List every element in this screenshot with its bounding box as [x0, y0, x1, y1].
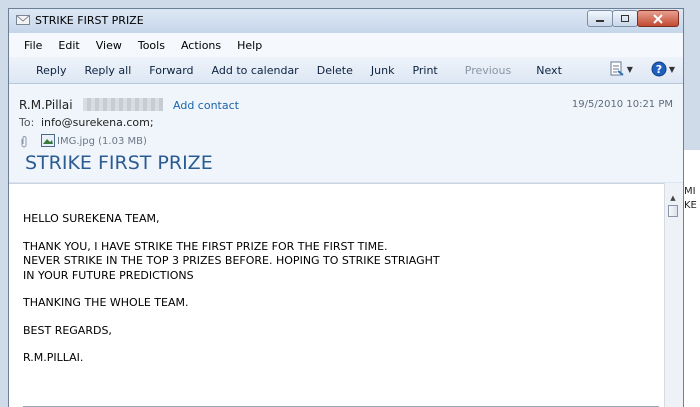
menu-view[interactable]: View: [88, 39, 130, 52]
add-contact-link[interactable]: Add contact: [173, 99, 239, 112]
background-text: MI: [684, 186, 696, 197]
menu-bar: File Edit View Tools Actions Help: [9, 33, 683, 58]
delete-button[interactable]: Delete: [308, 64, 362, 77]
title-bar[interactable]: STRIKE FIRST PRIZE: [9, 9, 683, 33]
close-icon: [653, 13, 663, 24]
menu-actions[interactable]: Actions: [173, 39, 229, 52]
minimize-icon: [596, 19, 604, 22]
image-file-icon: [41, 134, 55, 150]
menu-help[interactable]: Help: [229, 39, 270, 52]
forward-button[interactable]: Forward: [140, 64, 202, 77]
document-arrow-icon: [610, 61, 624, 76]
message-date: 19/5/2010 10:21 PM: [571, 99, 673, 110]
message-body[interactable]: HELLO SUREKENA TEAM, THANK YOU, I HAVE S…: [9, 183, 665, 407]
help-icon: ?: [651, 61, 667, 77]
menu-edit[interactable]: Edit: [50, 39, 87, 52]
recipient[interactable]: info@surekena.com;: [41, 116, 154, 129]
menu-tools[interactable]: Tools: [130, 39, 173, 52]
junk-button[interactable]: Junk: [362, 64, 404, 77]
minimize-button[interactable]: [587, 10, 613, 27]
closing: BEST REGARDS,: [23, 323, 112, 337]
message-text: HELLO SUREKENA TEAM, THANK YOU, I HAVE S…: [23, 212, 440, 379]
envelope-icon: [16, 14, 30, 26]
body-paragraph: THANK YOU, I HAVE STRIKE THE FIRST PRIZE…: [23, 239, 440, 282]
to-label: To:: [19, 116, 35, 129]
help-menu-button[interactable]: ? ▼: [651, 61, 675, 77]
redacted-email: [83, 98, 163, 111]
previous-button[interactable]: Previous: [447, 64, 521, 77]
window-title: STRIKE FIRST PRIZE: [35, 14, 144, 27]
sender-name[interactable]: R.M.Pillai: [19, 98, 73, 112]
background-text: KE: [684, 200, 697, 211]
message-subject: STRIKE FIRST PRIZE: [25, 152, 213, 174]
maximize-icon: [621, 14, 629, 22]
window-controls: [587, 10, 679, 27]
add-to-calendar-button[interactable]: Add to calendar: [203, 64, 308, 77]
print-button[interactable]: Print: [403, 64, 446, 77]
scroll-thumb[interactable]: [668, 205, 678, 217]
menu-file[interactable]: File: [16, 39, 50, 52]
next-button[interactable]: Next: [520, 64, 571, 77]
vertical-scrollbar[interactable]: ▲: [664, 183, 683, 407]
reply-button[interactable]: Reply: [19, 64, 75, 77]
scroll-up-icon[interactable]: ▲: [668, 193, 678, 203]
svg-text:?: ?: [656, 63, 662, 76]
thanks-line: THANKING THE WHOLE TEAM.: [23, 296, 189, 309]
chevron-down-icon: ▼: [668, 64, 675, 74]
maximize-button[interactable]: [612, 10, 638, 27]
close-button[interactable]: [637, 10, 679, 27]
toolbar-right: ▼ ? ▼: [609, 61, 675, 77]
message-header: R.M.Pillai Add contact 19/5/2010 10:21 P…: [9, 84, 683, 182]
reply-all-button[interactable]: Reply all: [75, 64, 140, 77]
greeting: HELLO SUREKENA TEAM,: [23, 212, 160, 225]
paperclip-icon: [19, 136, 29, 151]
encoding-menu-button[interactable]: ▼: [609, 61, 633, 77]
attachment-link[interactable]: IMG.jpg (1.03 MB): [57, 136, 147, 147]
chevron-down-icon: ▼: [626, 64, 633, 74]
mail-window: STRIKE FIRST PRIZE File Edit View Tools …: [8, 8, 684, 407]
signature: R.M.PILLAI.: [23, 351, 84, 364]
toolbar: Reply Reply all Forward Add to calendar …: [9, 57, 683, 84]
